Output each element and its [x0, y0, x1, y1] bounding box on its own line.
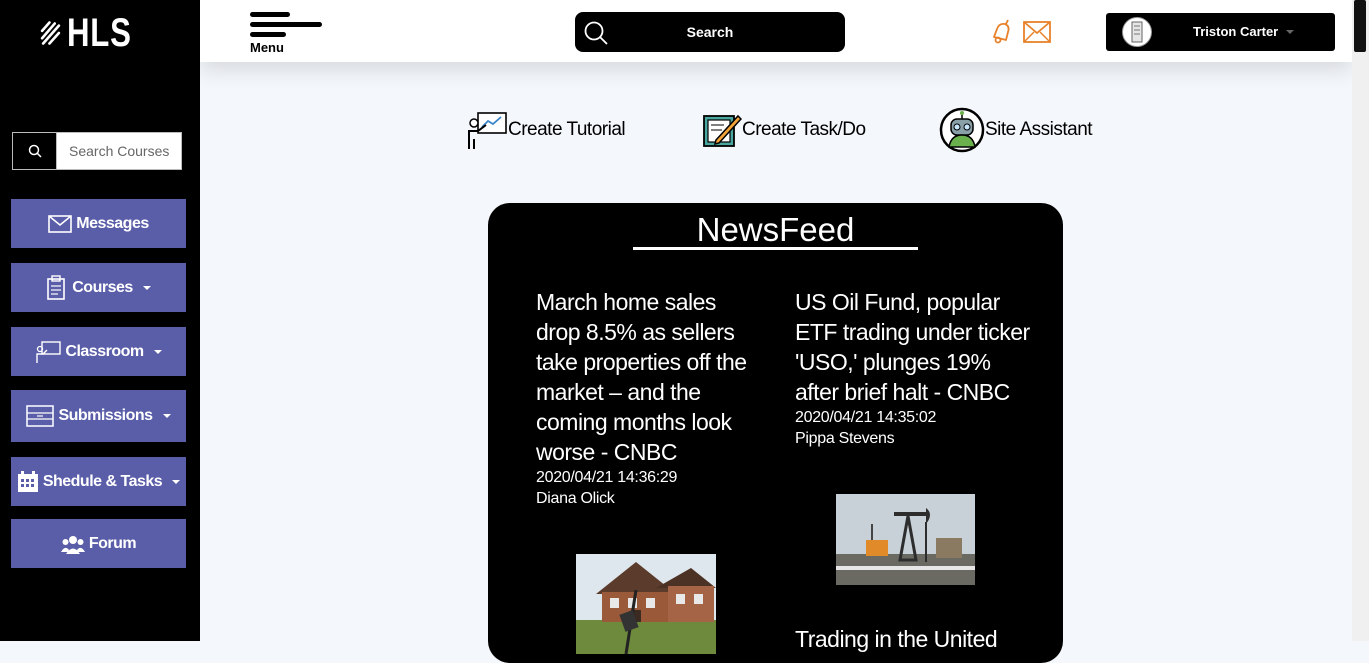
- article-thumbnail-house[interactable]: [576, 554, 716, 654]
- users-icon: [60, 535, 85, 554]
- menu-button[interactable]: Menu: [250, 10, 330, 58]
- hamburger-bar: [250, 32, 286, 37]
- envelope-icon: [48, 214, 73, 233]
- sidebar-item-label: Forum: [88, 534, 137, 552]
- logo-stripes-icon: [40, 21, 61, 45]
- sidebar-item-label: Messages: [76, 214, 149, 232]
- site-assistant-button[interactable]: Site Assistant: [939, 107, 1093, 153]
- cabinet-icon: [26, 405, 55, 427]
- top-header: Menu Search Triston Carter: [200, 0, 1352, 62]
- article-timestamp: 2020/04/21 14:36:29: [536, 469, 678, 486]
- robot-assistant-icon: [939, 107, 985, 153]
- scrollbar-thumb[interactable]: [1354, 0, 1366, 52]
- article-author: Pippa Stevens: [795, 430, 895, 447]
- menu-label: Menu: [250, 40, 284, 55]
- mail-icon[interactable]: [1022, 20, 1052, 44]
- sidebar-item-label: Submissions: [58, 407, 153, 424]
- article-headline[interactable]: March home sales drop 8.5% as sellers ta…: [536, 287, 761, 467]
- user-name: Triston Carter: [1193, 24, 1279, 39]
- search-label: Search: [686, 24, 734, 40]
- news-article: Trading in the United: [795, 624, 1030, 654]
- hamburger-bar: [250, 22, 322, 27]
- top-search-bar[interactable]: Search: [575, 12, 845, 52]
- bell-icon[interactable]: [988, 18, 1014, 44]
- avatar: [1122, 17, 1152, 47]
- sidebar-item-forum[interactable]: Forum: [11, 519, 186, 568]
- news-article: March home sales drop 8.5% as sellers ta…: [536, 287, 761, 509]
- clipboard-icon: [47, 274, 66, 300]
- chevron-down-icon: [1286, 30, 1294, 34]
- search-icon[interactable]: [13, 133, 57, 169]
- sidebar-item-label: Shedule & Tasks: [42, 472, 163, 490]
- sidebar-item-classroom[interactable]: Classroom: [11, 327, 186, 376]
- create-tutorial-button[interactable]: Create Tutorial: [466, 108, 626, 152]
- newsfeed-title: NewsFeed: [696, 211, 855, 248]
- article-headline[interactable]: Trading in the United: [795, 624, 1030, 654]
- quick-action-label: Create Task/Do: [742, 119, 866, 140]
- quick-action-label: Create Tutorial: [508, 119, 626, 140]
- title-underline: [633, 247, 918, 250]
- news-article: US Oil Fund, popular ETF trading under t…: [795, 287, 1030, 449]
- chevron-down-icon: [162, 414, 171, 418]
- sidebar-item-courses[interactable]: Courses: [11, 263, 186, 312]
- course-search: [12, 132, 182, 170]
- page-scrollbar[interactable]: [1352, 0, 1369, 641]
- chevron-down-icon: [142, 285, 151, 290]
- newsfeed-panel: NewsFeed March home sales drop 8.5% as s…: [488, 203, 1063, 663]
- chevron-down-icon: [153, 349, 162, 354]
- sidebar-item-label: Classroom: [65, 342, 144, 360]
- article-timestamp: 2020/04/21 14:35:02: [795, 409, 937, 426]
- hls-logo[interactable]: HLS: [40, 8, 150, 58]
- article-thumbnail-oil-pump[interactable]: [836, 494, 975, 585]
- article-author: Diana Olick: [536, 490, 615, 507]
- sidebar-item-submissions[interactable]: Submissions: [11, 390, 186, 442]
- logo-text: HLS: [67, 10, 132, 55]
- calendar-icon: [17, 470, 38, 492]
- user-menu-button[interactable]: Triston Carter: [1106, 13, 1335, 51]
- teacher-board-icon: [468, 112, 507, 149]
- sidebar-item-schedule-tasks[interactable]: Shedule & Tasks: [11, 457, 186, 506]
- search-courses-input[interactable]: [57, 133, 181, 169]
- article-headline[interactable]: US Oil Fund, popular ETF trading under t…: [795, 287, 1030, 407]
- quick-action-label: Site Assistant: [985, 119, 1093, 140]
- create-task-button[interactable]: Create Task/Do: [702, 108, 866, 152]
- teacher-board-icon: [36, 340, 62, 363]
- edit-note-icon: [703, 114, 742, 147]
- hamburger-icon: [250, 12, 290, 17]
- chevron-down-icon: [172, 479, 181, 484]
- sidebar-item-messages[interactable]: Messages: [11, 199, 186, 248]
- sidebar: HLS Messages Courses Classroom Submissio…: [0, 0, 200, 641]
- sidebar-item-label: Courses: [72, 278, 133, 296]
